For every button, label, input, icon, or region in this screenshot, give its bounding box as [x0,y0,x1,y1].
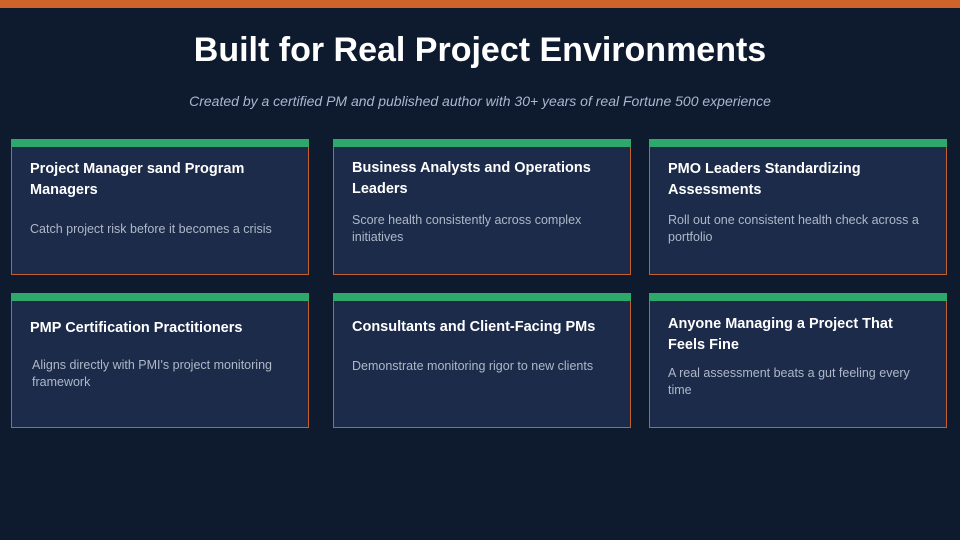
audience-card: Business Analysts and Operations Leaders… [333,139,631,275]
card-title: Consultants and Client-Facing PMs [352,319,596,335]
audience-card: PMP Certification Practitioners Aligns d… [11,293,309,428]
card-title: Business Analysts and Operations Leaders [352,160,591,197]
card-accent-bar [649,293,947,301]
card-description: Score health consistently across complex… [352,213,582,244]
card-title: Anyone Managing a Project That Feels Fin… [668,316,893,353]
card-description: Catch project risk before it becomes a c… [30,222,272,236]
audience-card: Project Manager sand Program Managers Ca… [11,139,309,275]
audience-card: Anyone Managing a Project That Feels Fin… [649,293,947,428]
card-description: Demonstrate monitoring rigor to new clie… [352,359,594,373]
card-accent-bar [11,293,309,301]
card-title: PMO Leaders Standardizing Assessments [668,161,861,198]
audience-card: Consultants and Client-Facing PMs Demons… [333,293,631,428]
card-title: PMP Certification Practitioners [30,320,243,336]
card-accent-bar [649,139,947,147]
card-accent-bar [11,139,309,147]
card-description: Roll out one consistent health check acr… [668,213,919,244]
card-description: A real assessment beats a gut feeling ev… [668,366,910,397]
card-accent-bar [333,139,631,147]
card-title: Project Manager sand Program Managers [30,161,245,198]
card-description: Aligns directly with PMI's project monit… [32,358,272,389]
top-accent-bar [0,0,960,8]
audience-card: PMO Leaders Standardizing Assessments Ro… [649,139,947,275]
slide-title: Built for Real Project Environments [193,31,767,69]
card-accent-bar [333,293,631,301]
slide-subtitle: Created by a certified PM and published … [189,93,771,109]
